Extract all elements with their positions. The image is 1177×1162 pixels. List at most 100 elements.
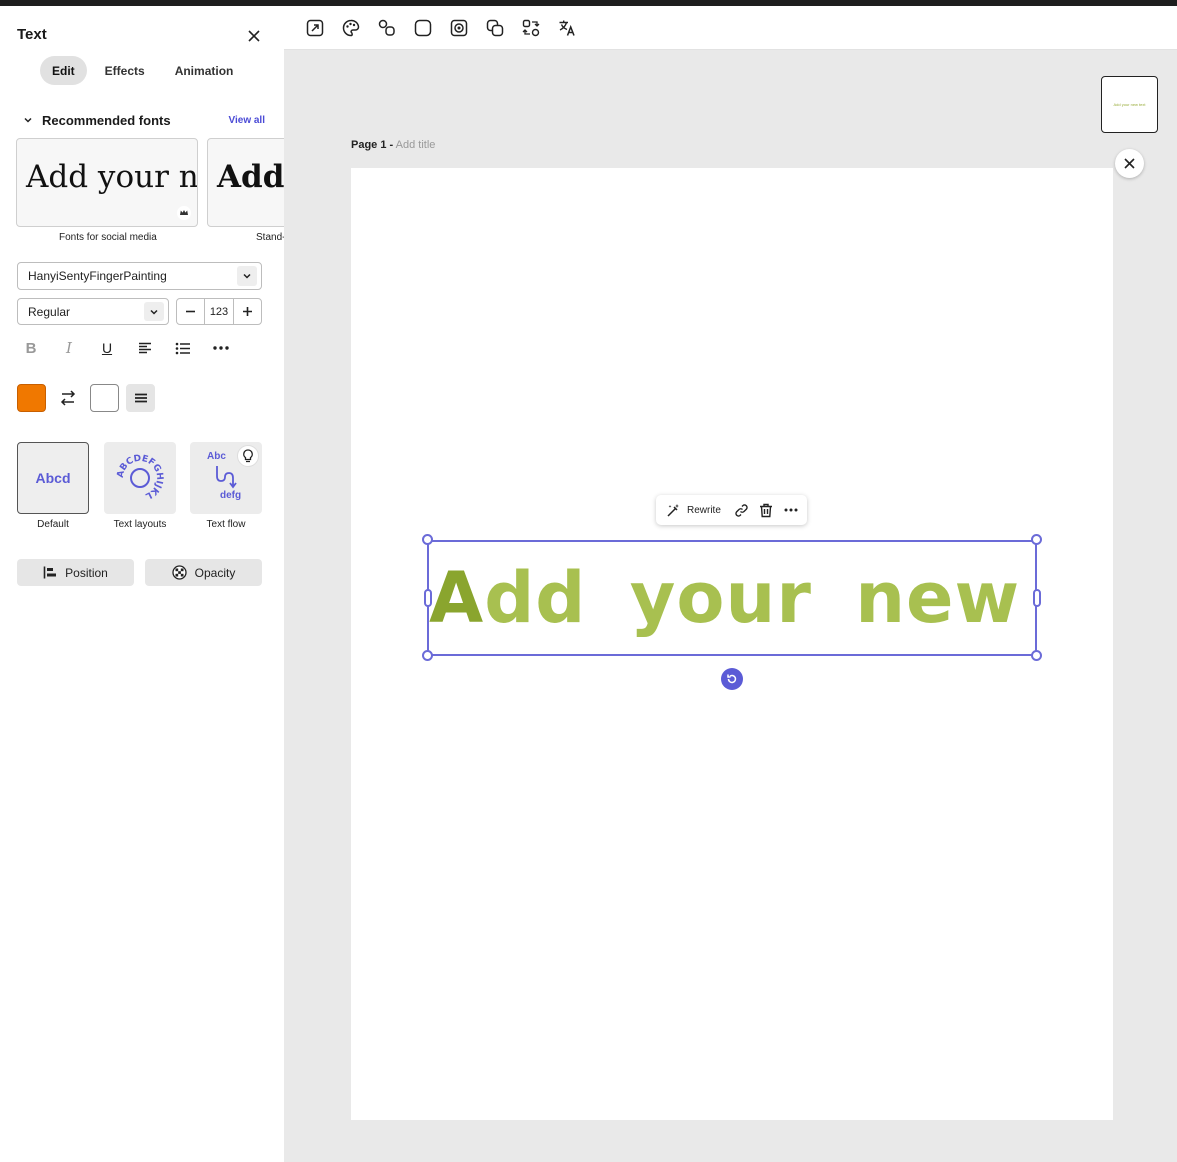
magic-wand-icon	[667, 503, 679, 517]
rewrite-label: Rewrite	[687, 504, 721, 516]
resize-handle-bottom-left[interactable]	[422, 650, 433, 661]
more-horizontal-icon	[784, 508, 798, 512]
text-flow-path-icon	[216, 466, 237, 489]
image-frame-icon	[450, 19, 468, 36]
layout-text-layouts-label: Text layouts	[113, 519, 167, 530]
image-frame-button[interactable]	[446, 15, 472, 41]
rewrite-button[interactable]: Rewrite	[666, 503, 721, 518]
tab-animation[interactable]: Animation	[163, 56, 246, 85]
page-label: Page 1 - Add title	[351, 139, 435, 151]
trash-icon	[760, 503, 773, 517]
chevron-down-icon[interactable]	[20, 112, 36, 128]
resize-button[interactable]	[302, 15, 328, 41]
rotate-icon	[727, 674, 737, 684]
format-toolbar: B I U	[17, 336, 245, 360]
font-size-input[interactable]: 123	[204, 299, 234, 324]
layers-button[interactable]	[482, 15, 508, 41]
close-icon	[1124, 158, 1135, 169]
font-card-label: Fonts for social media	[59, 232, 157, 243]
top-toolbar	[284, 6, 1177, 50]
opacity-label: Opacity	[194, 565, 236, 580]
font-card-social-media[interactable]: Add your new	[16, 138, 198, 227]
underline-button[interactable]: U	[93, 336, 121, 360]
panel-tabs: Edit Effects Animation	[40, 56, 245, 85]
lightbulb-icon	[243, 449, 253, 463]
resize-icon	[306, 19, 324, 36]
close-icon	[248, 30, 260, 42]
bulleted-list-icon	[175, 342, 190, 354]
layout-text-layouts-card[interactable]: ABCDEFGHIJKL	[104, 442, 176, 514]
premium-crown-icon	[177, 206, 191, 220]
rounded-square-icon	[414, 19, 432, 36]
minus-icon	[186, 310, 196, 313]
opacity-button[interactable]: Opacity	[145, 559, 262, 586]
layout-default-card[interactable]: Abcd	[17, 442, 89, 514]
rotate-handle[interactable]	[721, 668, 743, 690]
link-button[interactable]	[733, 501, 751, 519]
circular-text-icon: ABCDEFGHIJKL	[116, 454, 164, 501]
font-card-label: Stand-	[256, 232, 284, 243]
background-button[interactable]	[410, 15, 436, 41]
bold-button[interactable]: B	[17, 336, 45, 360]
outline-color-swatch[interactable]	[90, 384, 119, 412]
shapes-button[interactable]	[374, 15, 400, 41]
swap-arrows-icon	[60, 390, 76, 406]
resize-handle-top-left[interactable]	[422, 534, 433, 545]
align-justify-icon	[134, 393, 147, 403]
font-card-sample: Add y	[217, 159, 284, 195]
page-number: Page 1 -	[351, 139, 394, 151]
more-actions-button[interactable]	[782, 501, 800, 519]
text-panel: Text Edit Effects Animation Recommended …	[0, 6, 284, 1162]
position-align-icon	[43, 566, 57, 579]
align-left-button[interactable]	[131, 336, 159, 360]
translate-icon	[559, 20, 575, 36]
page-thumbnail[interactable]: Add your new text	[1101, 76, 1158, 133]
position-button[interactable]: Position	[17, 559, 134, 586]
font-card-standout[interactable]: Add y	[207, 138, 284, 227]
chevron-down-icon	[237, 266, 257, 286]
font-family-value: HanyiSentyFingerPainting	[28, 269, 167, 283]
font-card-sample: Add your new	[26, 159, 198, 195]
tip-button[interactable]	[237, 445, 259, 467]
close-panel-button[interactable]	[243, 25, 265, 47]
tab-edit[interactable]: Edit	[40, 56, 87, 85]
fill-color-swatch[interactable]	[17, 384, 46, 412]
italic-button[interactable]: I	[55, 336, 83, 360]
theme-button[interactable]	[338, 15, 364, 41]
plus-icon	[242, 307, 252, 316]
italic-icon: I	[66, 339, 72, 357]
font-size-stepper: 123	[176, 298, 262, 325]
text-flow-top: Abc	[207, 451, 226, 462]
panel-title: Text	[17, 26, 47, 43]
close-thumbnail-button[interactable]	[1115, 149, 1144, 178]
resize-handle-bottom-right[interactable]	[1031, 650, 1042, 661]
translate-button[interactable]	[554, 15, 580, 41]
recommended-fonts-header: Recommended fonts View all	[20, 112, 265, 128]
resize-handle-right[interactable]	[1033, 589, 1041, 607]
tab-effects[interactable]: Effects	[93, 56, 157, 85]
svg-text:ABCDEFGHIJKL: ABCDEFGHIJKL	[116, 454, 164, 501]
replace-button[interactable]	[518, 15, 544, 41]
font-family-select[interactable]: HanyiSentyFingerPainting	[17, 262, 262, 290]
text-context-menu: Rewrite	[656, 495, 807, 525]
more-options-button[interactable]	[207, 336, 235, 360]
delete-button[interactable]	[758, 501, 776, 519]
bold-icon: B	[25, 339, 37, 357]
selection-box[interactable]	[427, 540, 1037, 656]
swap-colors-button[interactable]	[57, 387, 79, 409]
view-all-link[interactable]: View all	[228, 115, 265, 126]
swap-icon	[522, 19, 540, 36]
chevron-down-icon	[144, 302, 164, 321]
resize-handle-left[interactable]	[424, 589, 432, 607]
increase-size-button[interactable]	[234, 299, 261, 324]
decrease-size-button[interactable]	[177, 299, 204, 324]
bulleted-list-button[interactable]	[169, 336, 197, 360]
layout-default-label: Default	[37, 519, 69, 530]
add-title-link[interactable]: Add title	[396, 139, 436, 151]
link-icon	[735, 503, 748, 517]
resize-handle-top-right[interactable]	[1031, 534, 1042, 545]
alignment-button[interactable]	[126, 384, 155, 412]
font-weight-select[interactable]: Regular	[17, 298, 169, 325]
position-label: Position	[65, 565, 108, 580]
more-horizontal-icon	[213, 346, 229, 350]
